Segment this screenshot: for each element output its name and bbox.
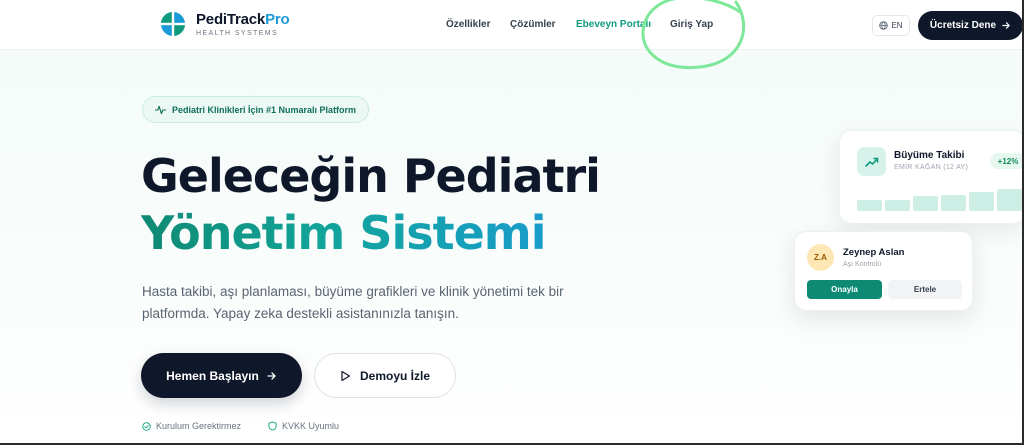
headline-line-1: Geleceğin Pediatri [141, 149, 601, 203]
growth-card-title: Büyüme Takibi [894, 150, 965, 161]
trust-item-no-install: Kurulum Gerektirmez [142, 421, 241, 431]
postpone-button[interactable]: Ertele [888, 280, 962, 299]
brand-tagline: HEALTH SYSTEMS [196, 29, 279, 37]
arrow-right-icon [267, 371, 276, 380]
hero-headline: Geleceğin Pediatri Yönetim Sistemi [141, 148, 601, 262]
free-trial-button[interactable]: Ücretsiz Dene [918, 11, 1023, 40]
growth-bar [969, 192, 994, 211]
trust-no-install-label: Kurulum Gerektirmez [156, 421, 242, 431]
navbar: PediTrackPro HEALTH SYSTEMS Özellikler Ç… [0, 0, 1023, 50]
brand-name-accent: Pro [265, 10, 290, 28]
nav-link-features[interactable]: Özellikler [446, 19, 490, 30]
hero-badge-label: Pediatri Klinikleri İçin #1 Numaralı Pla… [172, 104, 357, 115]
growth-bar [913, 196, 938, 211]
patient-name: Zeynep Aslan [843, 247, 905, 258]
brand-name: PediTrackPro [196, 10, 290, 28]
avatar: Z.A [807, 244, 834, 271]
growth-change-badge: +12% [990, 153, 1024, 169]
growth-bar [857, 200, 882, 211]
hero-description: Hasta takibi, aşı planlaması, büyüme gra… [142, 284, 564, 321]
trust-item-kvkk: KVKK Uyumlu [268, 421, 339, 431]
activity-icon [155, 105, 166, 114]
growth-tracking-card: Büyüme Takibi EMİR KAĞAN (12 AY) +12% [839, 130, 1024, 224]
play-icon [341, 370, 351, 381]
growth-card-subtitle: EMİR KAĞAN (12 AY) [894, 164, 969, 171]
shield-icon [268, 421, 277, 431]
growth-bar [941, 195, 966, 211]
nav-link-solutions[interactable]: Çözümler [510, 19, 556, 30]
logo[interactable]: PediTrackPro HEALTH SYSTEMS [160, 10, 290, 37]
headline-line-2: Yönetim Sistemi [141, 205, 600, 262]
growth-icon-box [857, 147, 886, 176]
nav-link-login[interactable]: Giriş Yap [670, 19, 713, 30]
growth-bar [997, 189, 1022, 211]
brand-name-main: PediTrack [196, 10, 266, 28]
nav-link-parent-portal[interactable]: Ebeveyn Portalı [576, 19, 651, 30]
trending-up-icon [864, 157, 878, 167]
appointment-type: Aşı Kontrolü [843, 261, 882, 268]
get-started-label: Hemen Başlayın [166, 368, 259, 383]
arrow-right-icon [1002, 22, 1010, 29]
logo-mark-icon [161, 12, 185, 36]
watch-demo-label: Demoyu İzle [359, 368, 431, 383]
check-circle-icon [142, 421, 151, 431]
language-label: EN [891, 21, 903, 30]
language-switcher[interactable]: EN [872, 15, 910, 36]
free-trial-label: Ücretsiz Dene [929, 20, 997, 31]
watch-demo-button[interactable]: Demoyu İzle [314, 353, 456, 398]
trust-kvkk-label: KVKK Uyumlu [282, 421, 340, 431]
get-started-button[interactable]: Hemen Başlayın [141, 353, 302, 398]
vaccine-check-card: Z.A Zeynep Aslan Aşı Kontrolü Onayla Ert… [794, 231, 973, 311]
hero-badge: Pediatri Klinikleri İçin #1 Numaralı Pla… [142, 96, 370, 123]
globe-icon [879, 21, 889, 30]
growth-bars [857, 184, 1024, 211]
growth-bar [885, 200, 910, 211]
approve-button[interactable]: Onayla [807, 280, 882, 299]
